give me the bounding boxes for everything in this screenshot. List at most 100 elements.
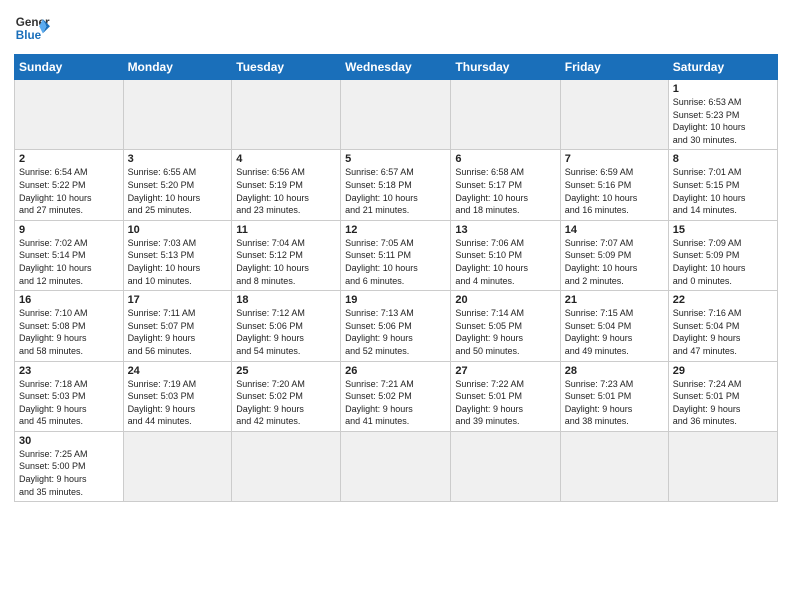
calendar-cell: 23Sunrise: 7:18 AM Sunset: 5:03 PM Dayli… [15, 361, 124, 431]
day-number: 23 [19, 365, 119, 377]
day-info: Sunrise: 6:55 AM Sunset: 5:20 PM Dayligh… [128, 166, 228, 216]
day-number: 7 [565, 153, 664, 165]
calendar-cell: 4Sunrise: 6:56 AM Sunset: 5:19 PM Daylig… [232, 150, 341, 220]
day-number: 27 [455, 365, 555, 377]
day-number: 15 [673, 224, 773, 236]
day-info: Sunrise: 7:10 AM Sunset: 5:08 PM Dayligh… [19, 307, 119, 357]
calendar-week-1: 1Sunrise: 6:53 AM Sunset: 5:23 PM Daylig… [15, 80, 778, 150]
day-number: 25 [236, 365, 336, 377]
calendar-cell: 20Sunrise: 7:14 AM Sunset: 5:05 PM Dayli… [451, 291, 560, 361]
day-info: Sunrise: 7:01 AM Sunset: 5:15 PM Dayligh… [673, 166, 773, 216]
calendar-cell: 16Sunrise: 7:10 AM Sunset: 5:08 PM Dayli… [15, 291, 124, 361]
calendar-cell [451, 80, 560, 150]
day-number: 12 [345, 224, 446, 236]
calendar-cell: 14Sunrise: 7:07 AM Sunset: 5:09 PM Dayli… [560, 220, 668, 290]
day-number: 2 [19, 153, 119, 165]
day-info: Sunrise: 7:24 AM Sunset: 5:01 PM Dayligh… [673, 378, 773, 428]
calendar-cell: 22Sunrise: 7:16 AM Sunset: 5:04 PM Dayli… [668, 291, 777, 361]
day-info: Sunrise: 6:57 AM Sunset: 5:18 PM Dayligh… [345, 166, 446, 216]
day-info: Sunrise: 7:23 AM Sunset: 5:01 PM Dayligh… [565, 378, 664, 428]
weekday-header-thursday: Thursday [451, 55, 560, 80]
calendar-cell: 3Sunrise: 6:55 AM Sunset: 5:20 PM Daylig… [123, 150, 232, 220]
day-number: 22 [673, 294, 773, 306]
day-info: Sunrise: 6:54 AM Sunset: 5:22 PM Dayligh… [19, 166, 119, 216]
day-info: Sunrise: 6:59 AM Sunset: 5:16 PM Dayligh… [565, 166, 664, 216]
calendar-cell: 30Sunrise: 7:25 AM Sunset: 5:00 PM Dayli… [15, 431, 124, 501]
calendar-cell: 18Sunrise: 7:12 AM Sunset: 5:06 PM Dayli… [232, 291, 341, 361]
day-number: 8 [673, 153, 773, 165]
day-number: 1 [673, 83, 773, 95]
day-info: Sunrise: 6:56 AM Sunset: 5:19 PM Dayligh… [236, 166, 336, 216]
weekday-header-sunday: Sunday [15, 55, 124, 80]
calendar-cell [451, 431, 560, 501]
calendar-cell: 6Sunrise: 6:58 AM Sunset: 5:17 PM Daylig… [451, 150, 560, 220]
day-number: 5 [345, 153, 446, 165]
calendar-week-4: 16Sunrise: 7:10 AM Sunset: 5:08 PM Dayli… [15, 291, 778, 361]
day-info: Sunrise: 7:11 AM Sunset: 5:07 PM Dayligh… [128, 307, 228, 357]
day-number: 20 [455, 294, 555, 306]
calendar-cell: 24Sunrise: 7:19 AM Sunset: 5:03 PM Dayli… [123, 361, 232, 431]
calendar-cell: 19Sunrise: 7:13 AM Sunset: 5:06 PM Dayli… [341, 291, 451, 361]
day-number: 3 [128, 153, 228, 165]
day-number: 24 [128, 365, 228, 377]
logo: General Blue [14, 10, 50, 46]
calendar-week-6: 30Sunrise: 7:25 AM Sunset: 5:00 PM Dayli… [15, 431, 778, 501]
calendar-cell [341, 431, 451, 501]
calendar-cell: 25Sunrise: 7:20 AM Sunset: 5:02 PM Dayli… [232, 361, 341, 431]
svg-text:Blue: Blue [16, 29, 42, 42]
calendar-cell [232, 80, 341, 150]
day-number: 19 [345, 294, 446, 306]
calendar-week-3: 9Sunrise: 7:02 AM Sunset: 5:14 PM Daylig… [15, 220, 778, 290]
calendar-cell: 8Sunrise: 7:01 AM Sunset: 5:15 PM Daylig… [668, 150, 777, 220]
day-number: 14 [565, 224, 664, 236]
calendar-cell [560, 80, 668, 150]
calendar-week-2: 2Sunrise: 6:54 AM Sunset: 5:22 PM Daylig… [15, 150, 778, 220]
day-number: 10 [128, 224, 228, 236]
calendar-cell: 26Sunrise: 7:21 AM Sunset: 5:02 PM Dayli… [341, 361, 451, 431]
calendar-week-5: 23Sunrise: 7:18 AM Sunset: 5:03 PM Dayli… [15, 361, 778, 431]
day-number: 29 [673, 365, 773, 377]
day-number: 30 [19, 435, 119, 447]
calendar-cell: 27Sunrise: 7:22 AM Sunset: 5:01 PM Dayli… [451, 361, 560, 431]
day-number: 6 [455, 153, 555, 165]
day-info: Sunrise: 7:20 AM Sunset: 5:02 PM Dayligh… [236, 378, 336, 428]
day-info: Sunrise: 7:14 AM Sunset: 5:05 PM Dayligh… [455, 307, 555, 357]
calendar-table: SundayMondayTuesdayWednesdayThursdayFrid… [14, 54, 778, 502]
weekday-header-friday: Friday [560, 55, 668, 80]
calendar-cell: 7Sunrise: 6:59 AM Sunset: 5:16 PM Daylig… [560, 150, 668, 220]
day-info: Sunrise: 7:13 AM Sunset: 5:06 PM Dayligh… [345, 307, 446, 357]
day-info: Sunrise: 7:02 AM Sunset: 5:14 PM Dayligh… [19, 237, 119, 287]
weekday-header-monday: Monday [123, 55, 232, 80]
day-info: Sunrise: 7:15 AM Sunset: 5:04 PM Dayligh… [565, 307, 664, 357]
day-info: Sunrise: 7:09 AM Sunset: 5:09 PM Dayligh… [673, 237, 773, 287]
day-number: 26 [345, 365, 446, 377]
day-number: 11 [236, 224, 336, 236]
calendar-cell: 28Sunrise: 7:23 AM Sunset: 5:01 PM Dayli… [560, 361, 668, 431]
calendar-cell: 29Sunrise: 7:24 AM Sunset: 5:01 PM Dayli… [668, 361, 777, 431]
day-number: 4 [236, 153, 336, 165]
calendar-cell: 21Sunrise: 7:15 AM Sunset: 5:04 PM Dayli… [560, 291, 668, 361]
day-number: 9 [19, 224, 119, 236]
day-info: Sunrise: 7:21 AM Sunset: 5:02 PM Dayligh… [345, 378, 446, 428]
day-number: 18 [236, 294, 336, 306]
day-number: 13 [455, 224, 555, 236]
calendar-cell: 9Sunrise: 7:02 AM Sunset: 5:14 PM Daylig… [15, 220, 124, 290]
weekday-header-saturday: Saturday [668, 55, 777, 80]
calendar-cell: 10Sunrise: 7:03 AM Sunset: 5:13 PM Dayli… [123, 220, 232, 290]
calendar-cell [341, 80, 451, 150]
calendar-cell: 15Sunrise: 7:09 AM Sunset: 5:09 PM Dayli… [668, 220, 777, 290]
day-number: 17 [128, 294, 228, 306]
day-number: 16 [19, 294, 119, 306]
day-number: 21 [565, 294, 664, 306]
weekday-header-row: SundayMondayTuesdayWednesdayThursdayFrid… [15, 55, 778, 80]
day-info: Sunrise: 7:06 AM Sunset: 5:10 PM Dayligh… [455, 237, 555, 287]
day-info: Sunrise: 7:05 AM Sunset: 5:11 PM Dayligh… [345, 237, 446, 287]
day-info: Sunrise: 7:04 AM Sunset: 5:12 PM Dayligh… [236, 237, 336, 287]
calendar-cell: 12Sunrise: 7:05 AM Sunset: 5:11 PM Dayli… [341, 220, 451, 290]
day-info: Sunrise: 7:16 AM Sunset: 5:04 PM Dayligh… [673, 307, 773, 357]
day-number: 28 [565, 365, 664, 377]
calendar-cell: 17Sunrise: 7:11 AM Sunset: 5:07 PM Dayli… [123, 291, 232, 361]
calendar-cell [560, 431, 668, 501]
day-info: Sunrise: 7:03 AM Sunset: 5:13 PM Dayligh… [128, 237, 228, 287]
day-info: Sunrise: 7:22 AM Sunset: 5:01 PM Dayligh… [455, 378, 555, 428]
